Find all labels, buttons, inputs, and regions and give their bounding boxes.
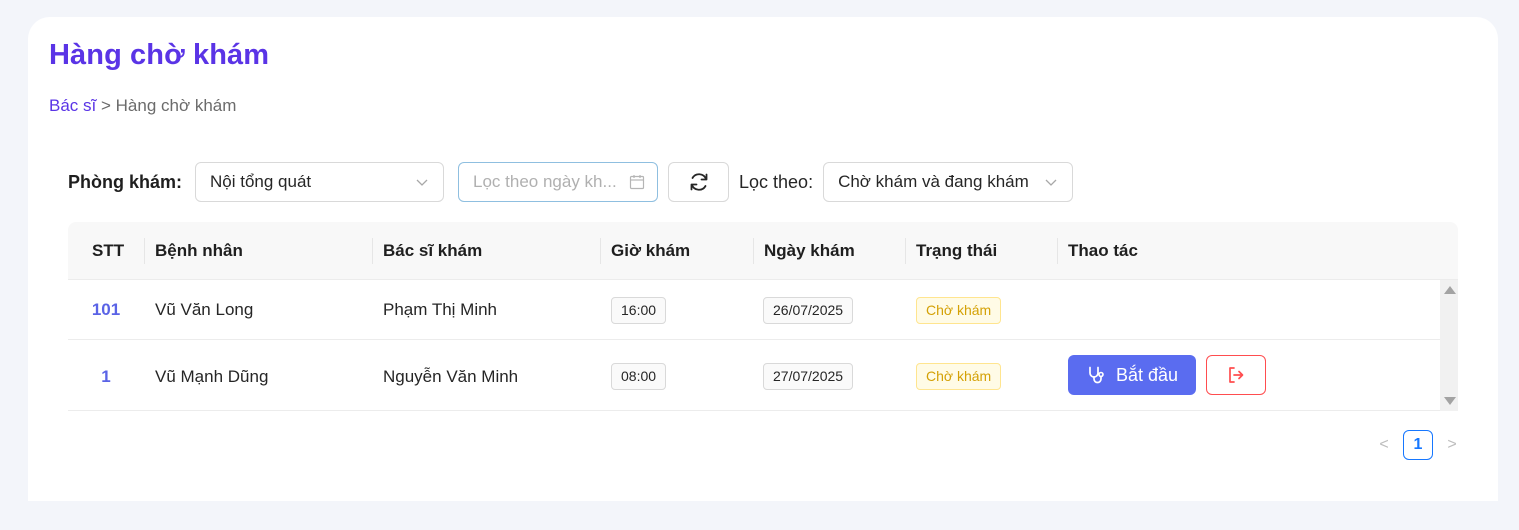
calendar-icon xyxy=(629,175,645,190)
table-header: STT Bệnh nhân Bác sĩ khám Giờ khám Ngày … xyxy=(68,222,1458,280)
date-filter-input[interactable]: Lọc theo ngày kh... xyxy=(458,162,659,202)
breadcrumb-current: Hàng chờ khám xyxy=(115,96,237,115)
filter-toolbar: Phòng khám: Nội tổng quát Lọc theo ngày … xyxy=(68,162,1074,202)
column-divider xyxy=(905,238,906,264)
column-header-status: Trạng thái xyxy=(916,241,998,260)
stethoscope-icon xyxy=(1089,366,1104,384)
room-select[interactable]: Nội tổng quát xyxy=(195,162,445,202)
column-header-stt: STT xyxy=(92,241,125,260)
row-stt: 1 xyxy=(101,367,111,386)
logout-icon xyxy=(1229,367,1244,383)
column-header-actions: Thao tác xyxy=(1068,241,1138,260)
leave-queue-button[interactable] xyxy=(1206,355,1266,395)
pagination-next-icon[interactable]: > xyxy=(1442,430,1462,460)
queue-table: STT Bệnh nhân Bác sĩ khám Giờ khám Ngày … xyxy=(68,222,1458,411)
column-divider xyxy=(1057,238,1058,264)
row-time-tag: 08:00 xyxy=(611,363,667,390)
start-exam-button[interactable]: Bắt đầu xyxy=(1068,355,1196,395)
row-time-tag: 16:00 xyxy=(611,297,667,324)
pagination-page-1[interactable]: 1 xyxy=(1403,430,1433,460)
column-header-date: Ngày khám xyxy=(764,241,855,260)
main-card: Hàng chờ khám Bác sĩ > Hàng chờ khám Phò… xyxy=(28,17,1498,501)
scroll-up-arrow-icon[interactable] xyxy=(1444,286,1456,294)
status-badge: Chờ khám xyxy=(916,363,1002,390)
refresh-icon xyxy=(690,173,707,191)
breadcrumb: Bác sĩ > Hàng chờ khám xyxy=(49,96,236,116)
chevron-down-icon xyxy=(1045,179,1057,186)
row-patient: Vũ Mạnh Dũng xyxy=(155,367,269,386)
pagination: < 1 > xyxy=(1374,430,1462,460)
status-filter-select[interactable]: Chờ khám và đang khám xyxy=(823,162,1074,202)
row-patient: Vũ Văn Long xyxy=(155,300,254,319)
row-doctor: Nguyễn Văn Minh xyxy=(383,367,519,386)
column-divider xyxy=(600,238,601,264)
pagination-prev-icon[interactable]: < xyxy=(1374,430,1394,460)
chevron-down-icon xyxy=(416,179,428,186)
page-title: Hàng chờ khám xyxy=(49,39,270,71)
row-doctor: Phạm Thị Minh xyxy=(383,300,498,319)
refresh-button[interactable] xyxy=(668,162,730,202)
date-filter-placeholder: Lọc theo ngày kh... xyxy=(473,172,617,191)
status-badge: Chờ khám xyxy=(916,297,1002,324)
scroll-down-arrow-icon[interactable] xyxy=(1444,397,1456,405)
row-date-tag: 26/07/2025 xyxy=(763,297,854,324)
column-header-time: Giờ khám xyxy=(611,241,691,260)
table-scrollbar[interactable] xyxy=(1440,280,1458,411)
table-row: 1 Vũ Mạnh Dũng Nguyễn Văn Minh 08:00 27/… xyxy=(68,340,1440,411)
row-date-tag: 27/07/2025 xyxy=(763,363,854,390)
column-divider xyxy=(144,238,145,264)
filter-label: Lọc theo: xyxy=(739,171,814,192)
status-filter-value: Chờ khám và đang khám xyxy=(838,172,1029,191)
room-label: Phòng khám: xyxy=(68,171,183,192)
table-row: 101 Vũ Văn Long Phạm Thị Minh 16:00 26/0… xyxy=(68,280,1440,340)
breadcrumb-separator: > xyxy=(100,96,111,115)
room-select-value: Nội tổng quát xyxy=(210,172,312,191)
start-exam-label: Bắt đầu xyxy=(1115,364,1179,385)
column-divider xyxy=(753,238,754,264)
breadcrumb-link-doctor[interactable]: Bác sĩ xyxy=(49,96,96,115)
column-divider xyxy=(372,238,373,264)
column-header-patient: Bệnh nhân xyxy=(155,241,243,260)
column-header-doctor: Bác sĩ khám xyxy=(383,241,483,260)
row-stt: 101 xyxy=(91,300,121,319)
